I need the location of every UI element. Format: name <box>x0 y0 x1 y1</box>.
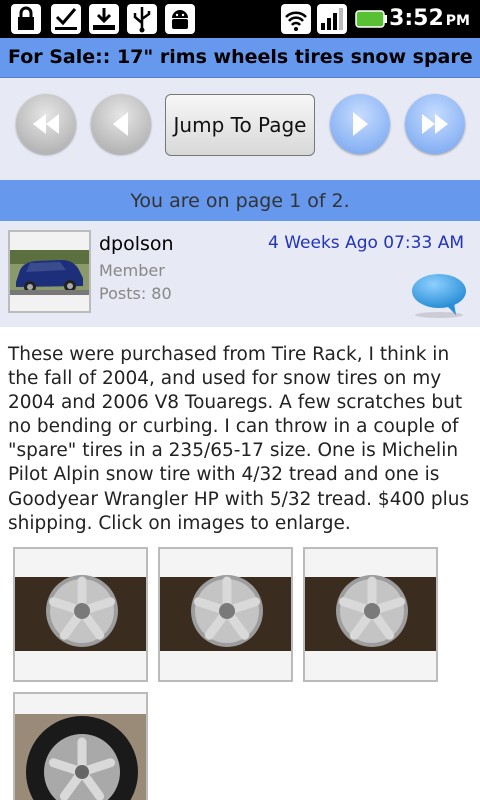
status-bar: 3:52 PM <box>0 0 480 38</box>
user-post-count: Posts: 80 <box>99 284 172 303</box>
lock-icon <box>11 4 41 34</box>
back-arrow-icon <box>113 112 128 136</box>
last-page-button[interactable] <box>405 94 465 154</box>
attachment-thumbnail[interactable] <box>13 692 148 800</box>
post-body: These were purchased from Tire Rack, I t… <box>8 344 470 534</box>
rewind-icon <box>33 114 59 134</box>
clock-time: 3:52 <box>389 6 444 31</box>
wifi-icon <box>281 4 311 34</box>
username[interactable]: dpolson <box>99 233 174 255</box>
previous-page-button[interactable] <box>91 94 151 154</box>
forward-arrow-icon <box>353 112 368 136</box>
avatar[interactable] <box>8 230 91 313</box>
android-debug-icon <box>165 4 195 34</box>
attachment-thumbnail[interactable] <box>13 547 148 682</box>
user-role: Member <box>99 261 165 280</box>
task-check-icon <box>51 4 81 34</box>
wheel-image <box>15 549 146 680</box>
clock-ampm: PM <box>445 13 470 29</box>
page-navigation: Jump To Page <box>0 78 480 180</box>
signal-icon <box>317 4 347 34</box>
post-date: 4 Weeks Ago 07:33 AM <box>268 233 464 253</box>
download-icon <box>89 4 119 34</box>
clock: 3:52 PM <box>389 6 470 31</box>
attachment-thumbnail[interactable] <box>158 547 293 682</box>
car-photo-icon <box>10 232 89 311</box>
speech-bubble-icon[interactable] <box>410 271 468 319</box>
page-indicator: You are on page 1 of 2. <box>0 180 480 221</box>
wheel-image <box>15 694 146 800</box>
jump-to-page-button[interactable]: Jump To Page <box>165 94 315 156</box>
fast-forward-icon <box>422 114 448 134</box>
thread-title: For Sale:: 17" rims wheels tires snow sp… <box>8 46 473 68</box>
attachment-thumbnail[interactable] <box>303 547 438 682</box>
thread-title-bar: For Sale:: 17" rims wheels tires snow sp… <box>0 38 480 78</box>
first-page-button[interactable] <box>16 94 76 154</box>
usb-icon <box>127 4 157 34</box>
wheel-image <box>160 549 291 680</box>
post-header: dpolson Member Posts: 80 4 Weeks Ago 07:… <box>0 221 480 327</box>
next-page-button[interactable] <box>330 94 390 154</box>
wheel-image <box>305 549 436 680</box>
battery-icon <box>355 10 387 28</box>
